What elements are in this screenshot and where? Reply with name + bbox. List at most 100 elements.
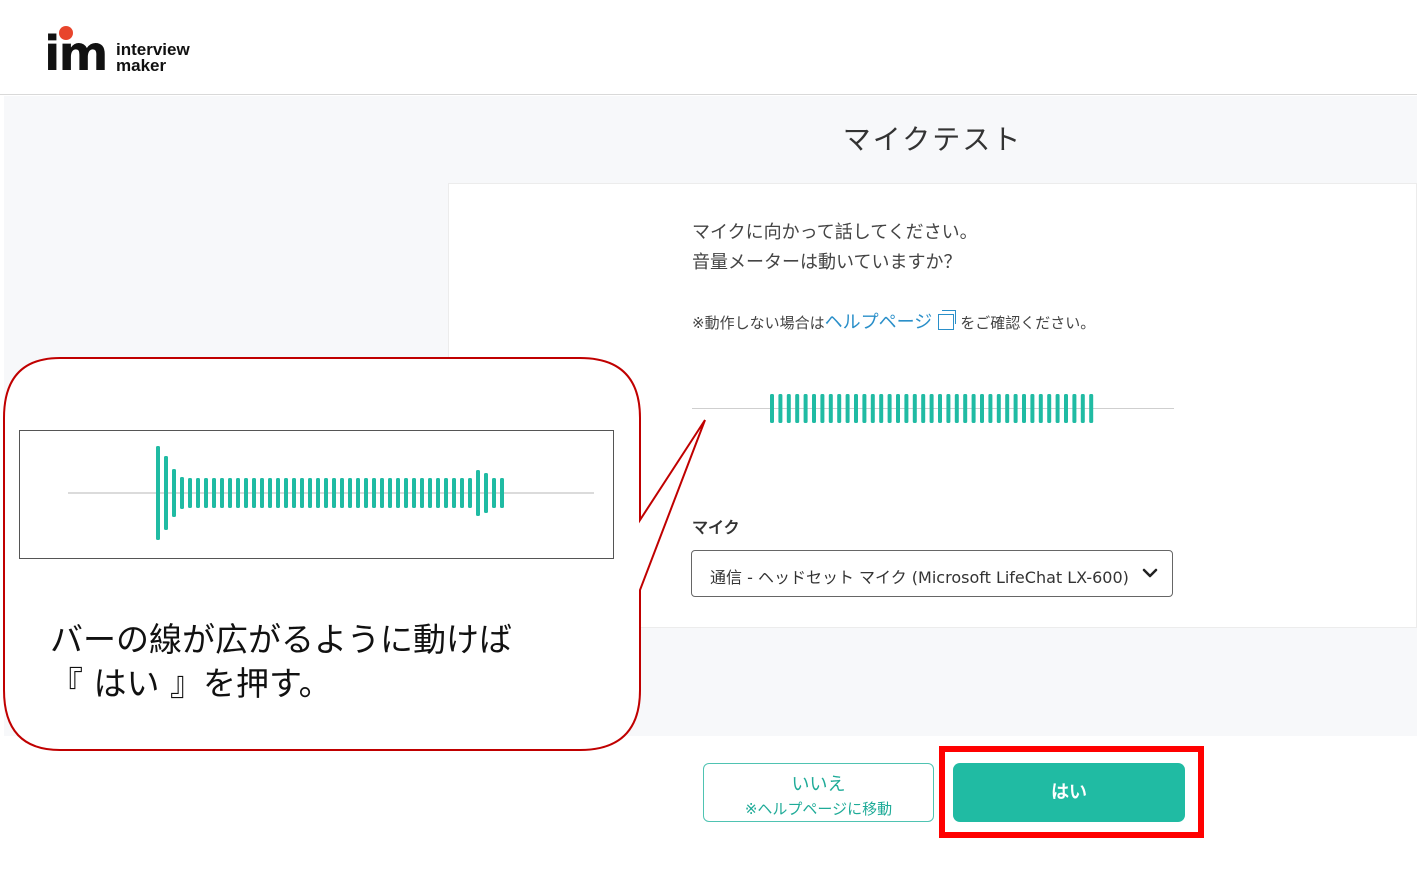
example-meter-bar [156, 446, 160, 540]
meter-bar [795, 394, 800, 423]
instruction-line2: 音量メーターは動いていますか？ [692, 252, 962, 273]
meter-bar [879, 394, 884, 423]
example-meter-bar [268, 478, 272, 508]
external-link-icon[interactable] [938, 310, 957, 330]
meter-bar [1038, 394, 1043, 423]
meter-bar [946, 394, 951, 423]
example-meter-bar [396, 478, 400, 508]
example-meter-bar [260, 478, 264, 508]
meter-bar [854, 394, 858, 423]
no-button-sublabel: ※ヘルプページに移動 [744, 800, 893, 818]
example-meter-bar [292, 478, 296, 508]
example-meter-bar [244, 478, 248, 508]
example-meter-bar [204, 478, 208, 508]
example-meter-bar [460, 478, 464, 508]
help-prefix: ※動作しない場合は [692, 314, 825, 332]
example-meter-bar [452, 478, 456, 508]
example-meter-bar [332, 478, 336, 508]
callout-line2: 『 はい 』を押す。 [50, 664, 332, 703]
example-meter-bar [380, 478, 384, 508]
example-meter-bar [196, 478, 200, 508]
help-page-link[interactable]: ヘルプページ [825, 312, 933, 333]
meter-bar [803, 394, 808, 423]
meter-bar [1055, 394, 1060, 423]
example-meter-bars [68, 446, 594, 540]
example-meter-bar [180, 477, 184, 509]
meter-bar [1022, 394, 1026, 423]
example-meter-bar [316, 478, 320, 508]
example-meter-bar [476, 470, 480, 516]
callout-line1: バーの線が広がるように動けば [50, 620, 512, 659]
example-meter-bar [404, 478, 408, 508]
meter-bar [1030, 394, 1035, 423]
meter-bar [887, 394, 892, 423]
meter-bar [1064, 394, 1068, 423]
meter-bar [896, 394, 900, 423]
meter-bar [929, 394, 934, 423]
example-meter-bar [420, 478, 424, 508]
example-meter-bar [484, 473, 488, 513]
example-meter-bar [364, 478, 368, 508]
yes-button[interactable]: はい [953, 763, 1185, 822]
example-meter-bar [436, 478, 440, 508]
meter-bar [996, 394, 1001, 423]
logo-mark: im [44, 26, 108, 82]
meter-bar [921, 394, 926, 423]
chevron-down-icon [1142, 568, 1158, 578]
interview-maker-logo[interactable]: im interview maker [44, 26, 214, 82]
example-meter-bar [164, 456, 168, 530]
meter-bar [828, 394, 833, 423]
meter-bar [971, 394, 976, 423]
example-meter-bar [428, 478, 432, 508]
example-meter-bar [356, 478, 360, 508]
example-meter-bar [388, 478, 392, 508]
meter-bar [980, 394, 984, 423]
example-meter-bar [500, 478, 504, 508]
example-meter-bar [348, 478, 352, 508]
header: im interview maker [0, 0, 1417, 95]
mic-select[interactable]: 通信 - ヘッドセット マイク (Microsoft LifeChat LX-6… [691, 550, 1173, 597]
meter-bar [912, 394, 917, 423]
example-meter-bar [308, 478, 312, 508]
meter-bar [1047, 394, 1052, 423]
meter-bar [1080, 394, 1085, 423]
example-meter-bar [276, 478, 280, 508]
meter-bar [1072, 394, 1077, 423]
example-meter-bar [252, 478, 256, 508]
example-meter-bar [300, 478, 304, 508]
meter-bar [862, 394, 867, 423]
callout-meter-example [19, 430, 614, 559]
help-suffix: をご確認ください。 [960, 314, 1096, 332]
meter-bar [1089, 394, 1094, 423]
logo-text-line2: maker [116, 56, 167, 75]
page-title: マイクテスト [842, 123, 1023, 156]
meter-bar [845, 394, 850, 423]
no-button[interactable]: いいえ ※ヘルプページに移動 [703, 763, 934, 822]
meter-bar [954, 394, 959, 423]
example-meter-bar [468, 478, 472, 508]
example-meter-bar [228, 478, 232, 508]
help-note: ※動作しない場合はヘルプページ をご確認ください。 [692, 308, 1095, 334]
meter-bar [988, 394, 993, 423]
example-meter-bar [212, 478, 216, 508]
meter-bar [870, 394, 875, 423]
callout-text: バーの線が広がるように動けば 『 はい 』を押す。 [50, 618, 512, 706]
meter-bar [837, 394, 842, 423]
meter-bar [1013, 394, 1018, 423]
no-button-label: いいえ [791, 774, 846, 795]
instruction-line1: マイクに向かって話してください。 [692, 222, 978, 243]
example-meter-bar [220, 478, 224, 508]
example-meter-bar [340, 478, 344, 508]
mic-selected-value: 通信 - ヘッドセット マイク (Microsoft LifeChat LX-6… [710, 568, 1128, 587]
example-meter-bar [236, 478, 240, 508]
meter-bars [770, 394, 1094, 423]
meter-bar [963, 394, 968, 423]
meter-bar [778, 394, 783, 423]
logo-text: interview maker [116, 41, 190, 75]
example-meter-bar [284, 478, 288, 508]
example-meter-bar [172, 469, 176, 517]
example-meter-bar [324, 478, 328, 508]
meter-bar [904, 394, 909, 423]
example-meter-bar [372, 478, 376, 508]
meter-bar [812, 394, 816, 423]
